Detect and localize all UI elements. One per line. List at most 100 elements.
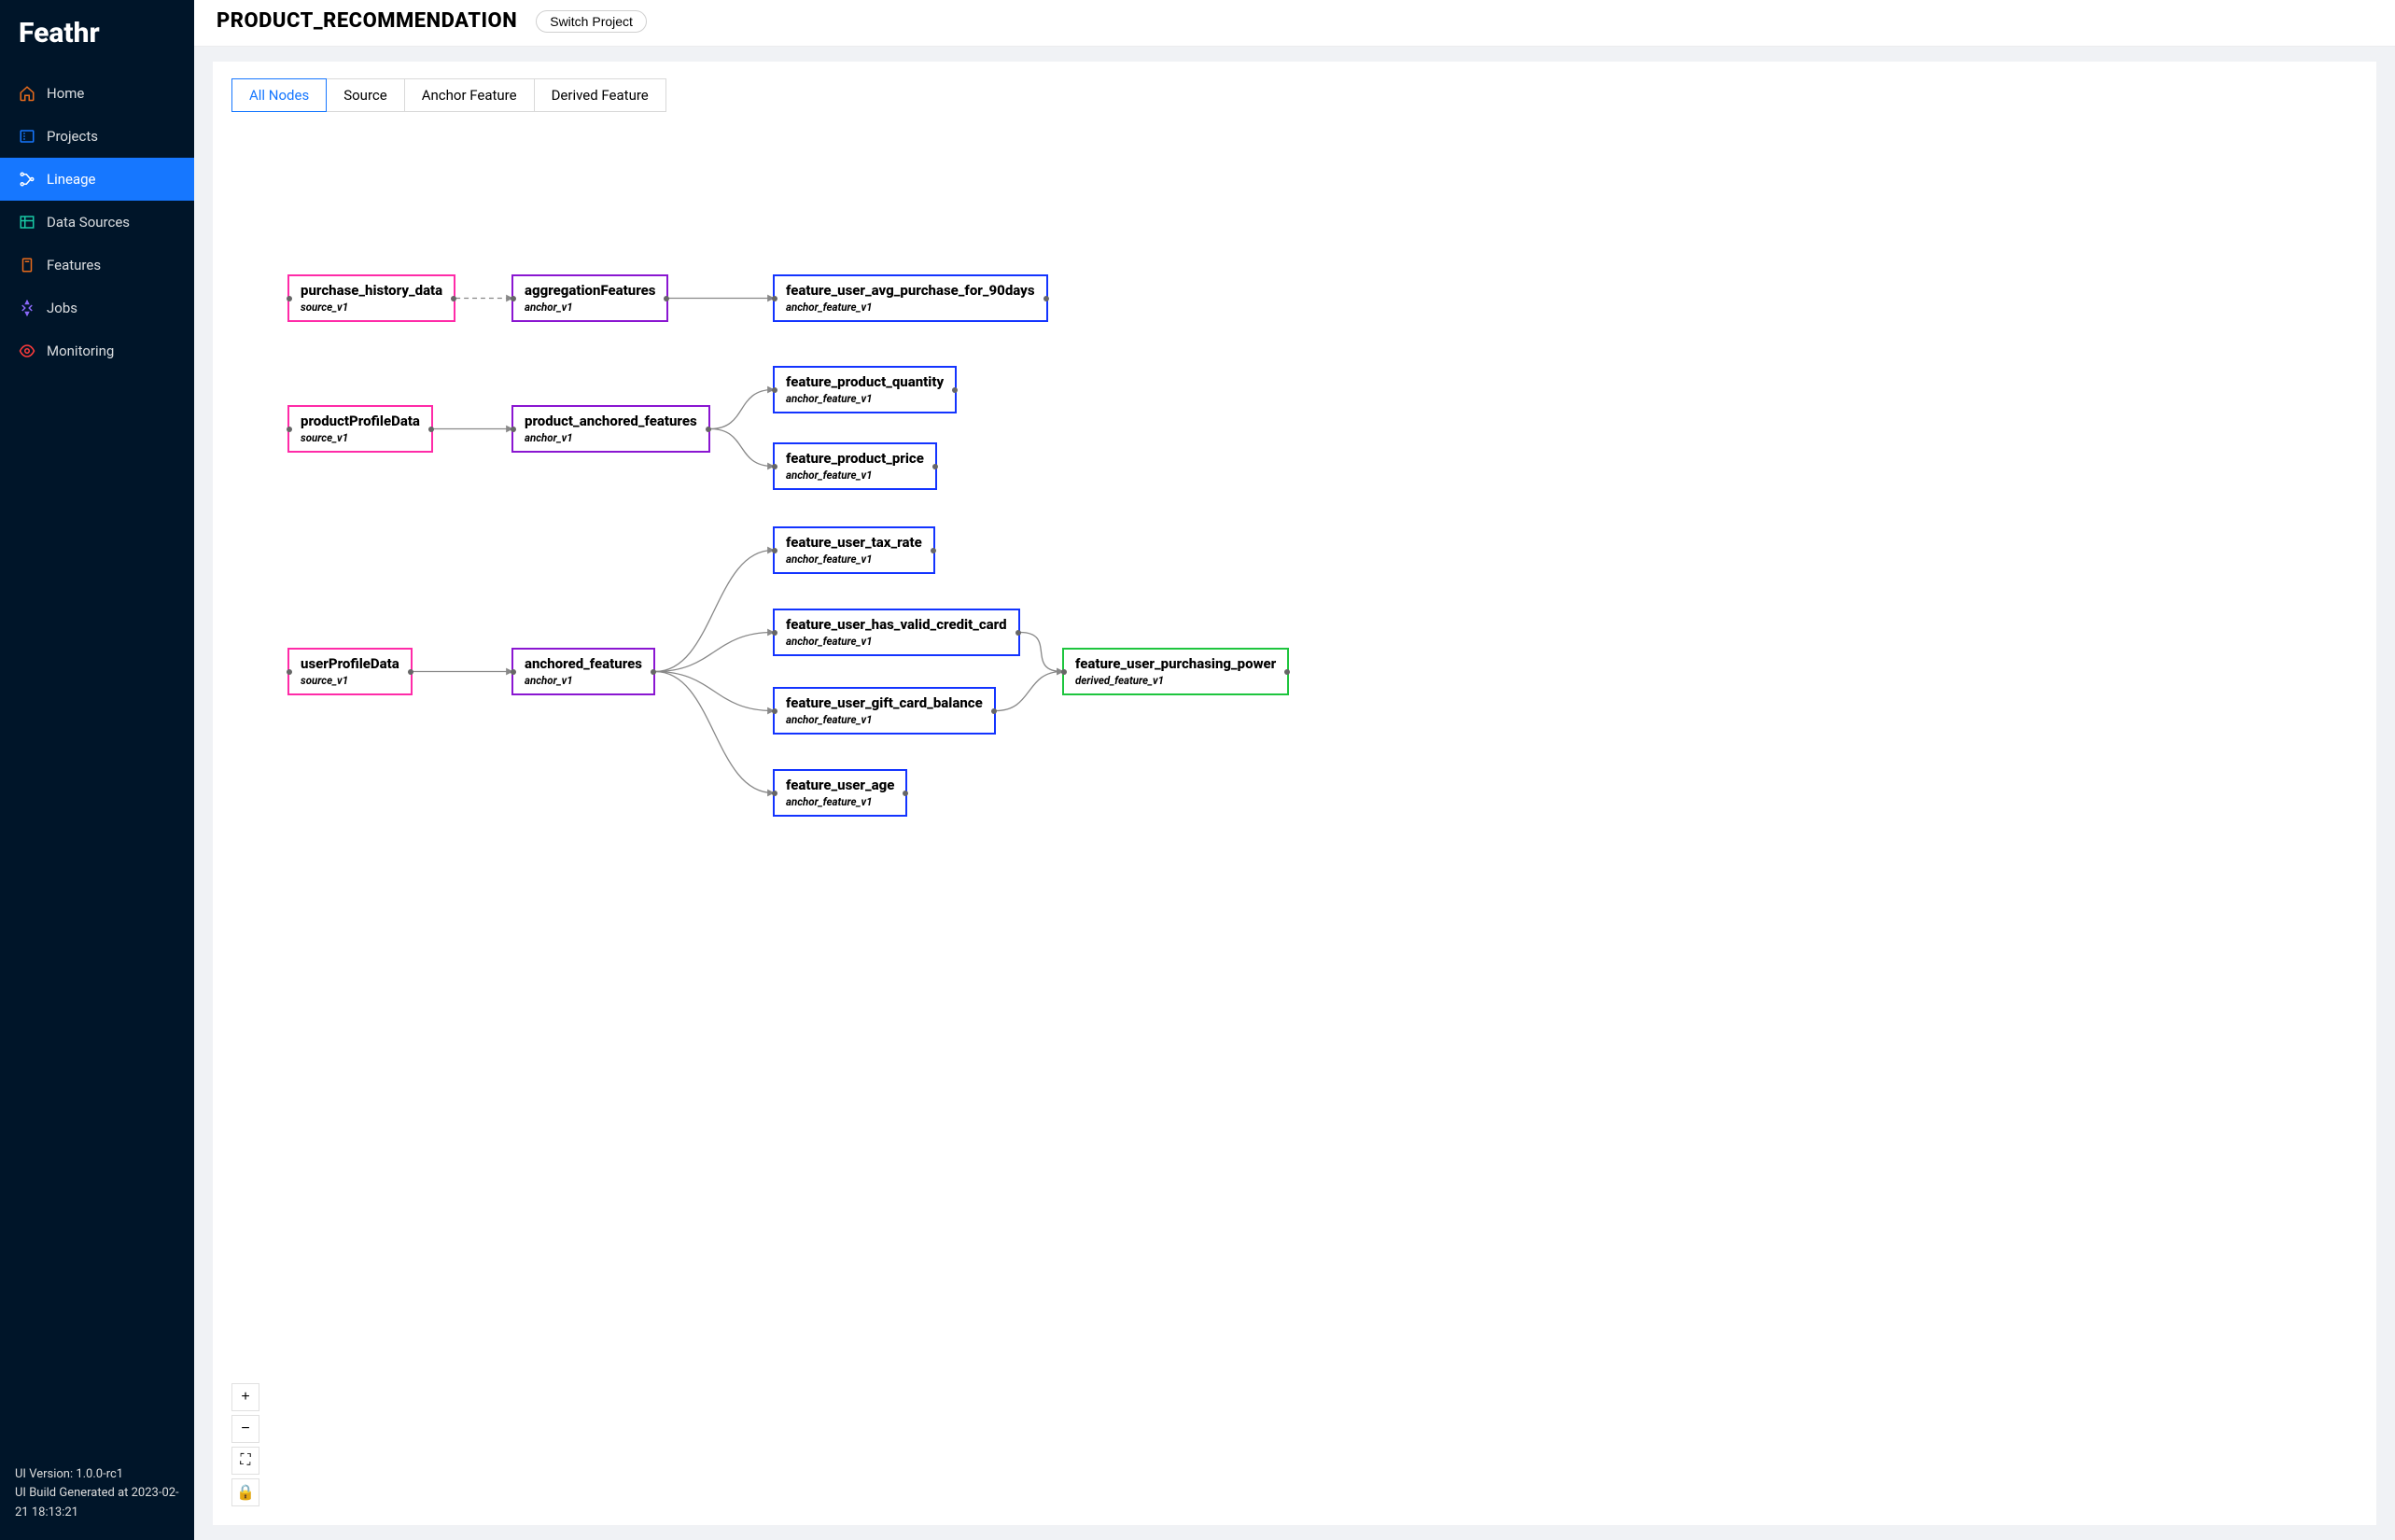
port-out-icon <box>664 296 669 301</box>
sidebar-item-data-sources[interactable]: Data Sources <box>0 201 194 244</box>
node-subtitle: anchor_feature_v1 <box>786 392 944 405</box>
node-title: feature_product_price <box>786 450 924 467</box>
node-title: feature_user_has_valid_credit_card <box>786 616 1007 633</box>
sidebar-item-label: Projects <box>47 128 98 145</box>
node-title: anchored_features <box>525 655 642 672</box>
node-purchase_history_data[interactable]: purchase_history_datasource_v1 <box>287 274 455 322</box>
port-in-icon <box>772 791 777 796</box>
node-feature_user_has_valid_credit_card[interactable]: feature_user_has_valid_credit_cardanchor… <box>773 609 1020 656</box>
lock-button[interactable]: 🔒 <box>231 1478 259 1506</box>
sidebar-item-label: Jobs <box>47 300 77 316</box>
page-header: PRODUCT_RECOMMENDATION Switch Project <box>194 0 2395 47</box>
sidebar-item-label: Lineage <box>47 171 96 188</box>
node-subtitle: source_v1 <box>301 674 399 687</box>
port-in-icon <box>772 464 777 469</box>
node-productProfileData[interactable]: productProfileDatasource_v1 <box>287 405 433 453</box>
port-in-icon <box>287 669 292 675</box>
node-title: product_anchored_features <box>525 413 697 429</box>
node-feature_user_purchasing_power[interactable]: feature_user_purchasing_power derived_fea… <box>1062 648 1289 695</box>
node-title: feature_user_purchasing_power <box>1075 655 1276 672</box>
port-in-icon <box>772 296 777 301</box>
port-in-icon <box>772 630 777 636</box>
project-title: PRODUCT_RECOMMENDATION <box>217 9 517 33</box>
port-out-icon <box>1284 669 1290 675</box>
zoom-controls: + − ⛶ 🔒 <box>231 1383 259 1506</box>
port-out-icon <box>706 427 711 432</box>
port-out-icon <box>451 296 456 301</box>
edge-product_anchored_features-to-feature_product_quantity <box>710 390 773 429</box>
node-feature_user_tax_rate[interactable]: feature_user_tax_rateanchor_feature_v1 <box>773 526 935 574</box>
graph-edges <box>231 125 2358 1506</box>
port-in-icon <box>772 548 777 553</box>
port-in-icon <box>772 387 777 393</box>
node-anchored_features[interactable]: anchored_features anchor_v1 <box>511 648 655 695</box>
node-title: feature_user_gift_card_balance <box>786 694 983 711</box>
port-in-icon <box>1061 669 1067 675</box>
lineage-panel: All NodesSourceAnchor FeatureDerived Fea… <box>213 62 2376 1525</box>
home-icon <box>19 85 35 102</box>
port-out-icon <box>932 464 938 469</box>
tab-derived-feature[interactable]: Derived Feature <box>534 78 666 112</box>
fit-button[interactable]: ⛶ <box>231 1447 259 1475</box>
jobs-icon <box>19 300 35 316</box>
port-out-icon <box>952 387 958 393</box>
sidebar-item-projects[interactable]: Projects <box>0 115 194 158</box>
sidebar-item-features[interactable]: Features <box>0 244 194 287</box>
edge-anchored_features-to-feature_user_tax_rate <box>655 551 773 672</box>
node-aggregationFeatures[interactable]: aggregationFeaturesanchor_v1 <box>511 274 668 322</box>
sidebar-item-home[interactable]: Home <box>0 72 194 115</box>
node-subtitle: derived_feature_v1 <box>1075 674 1276 687</box>
ui-build-text: UI Build Generated at 2023-02-21 18:13:2… <box>15 1484 179 1523</box>
sidebar-item-jobs[interactable]: Jobs <box>0 287 194 329</box>
sidebar-item-lineage[interactable]: Lineage <box>0 158 194 201</box>
port-in-icon <box>511 669 516 675</box>
node-title: aggregationFeatures <box>525 282 655 299</box>
sidebar-item-label: Features <box>47 257 101 273</box>
node-title: feature_user_age <box>786 777 894 793</box>
port-out-icon <box>408 669 413 675</box>
edge-anchored_features-to-feature_user_has_valid_credit_card <box>655 633 773 672</box>
node-subtitle: anchor_feature_v1 <box>786 301 1035 314</box>
port-out-icon <box>428 427 434 432</box>
node-feature_product_quantity[interactable]: feature_product_quantityanchor_feature_v… <box>773 366 957 413</box>
node-subtitle: source_v1 <box>301 301 442 314</box>
port-out-icon <box>1043 296 1049 301</box>
edge-anchored_features-to-feature_user_age <box>655 672 773 793</box>
node-subtitle: anchor_v1 <box>525 431 697 444</box>
graph-canvas[interactable]: purchase_history_datasource_v1 aggregatio… <box>231 125 2358 1506</box>
monitoring-icon <box>19 343 35 359</box>
port-out-icon <box>1015 630 1021 636</box>
node-subtitle: anchor_feature_v1 <box>786 553 922 566</box>
node-userProfileData[interactable]: userProfileDatasource_v1 <box>287 648 413 695</box>
node-subtitle: source_v1 <box>301 431 420 444</box>
port-out-icon <box>931 548 936 553</box>
node-feature_product_price[interactable]: feature_product_price anchor_feature_v1 <box>773 442 937 490</box>
sidebar: Feathr HomeProjectsLineageData SourcesFe… <box>0 0 194 1540</box>
port-in-icon <box>511 427 516 432</box>
switch-project-button[interactable]: Switch Project <box>536 10 647 33</box>
port-in-icon <box>772 708 777 714</box>
edge-feature_user_gift_card_balance-to-feature_user_purchasing_power <box>996 672 1062 711</box>
zoom-out-button[interactable]: − <box>231 1415 259 1443</box>
port-in-icon <box>287 427 292 432</box>
node-feature_user_avg_purchase_for_90days[interactable]: feature_user_avg_purchase_for_90daysanch… <box>773 274 1048 322</box>
node-subtitle: anchor_feature_v1 <box>786 469 924 482</box>
sidebar-item-label: Data Sources <box>47 214 130 231</box>
port-out-icon <box>991 708 997 714</box>
tab-anchor-feature[interactable]: Anchor Feature <box>404 78 535 112</box>
node-feature_user_age[interactable]: feature_user_age anchor_feature_v1 <box>773 769 907 817</box>
tab-all-nodes[interactable]: All Nodes <box>231 78 327 112</box>
edge-feature_user_has_valid_credit_card-to-feature_user_purchasing_power <box>1020 633 1062 672</box>
node-subtitle: anchor_v1 <box>525 674 642 687</box>
zoom-in-button[interactable]: + <box>231 1383 259 1411</box>
node-product_anchored_features[interactable]: product_anchored_features anchor_v1 <box>511 405 710 453</box>
tab-source[interactable]: Source <box>326 78 404 112</box>
sidebar-item-label: Monitoring <box>47 343 114 359</box>
node-subtitle: anchor_feature_v1 <box>786 795 894 808</box>
port-out-icon <box>903 791 908 796</box>
node-feature_user_gift_card_balance[interactable]: feature_user_gift_card_balanceanchor_fea… <box>773 687 996 735</box>
node-subtitle: anchor_feature_v1 <box>786 635 1007 648</box>
node-title: feature_user_avg_purchase_for_90days <box>786 282 1035 299</box>
sidebar-item-monitoring[interactable]: Monitoring <box>0 329 194 372</box>
port-in-icon <box>287 296 292 301</box>
